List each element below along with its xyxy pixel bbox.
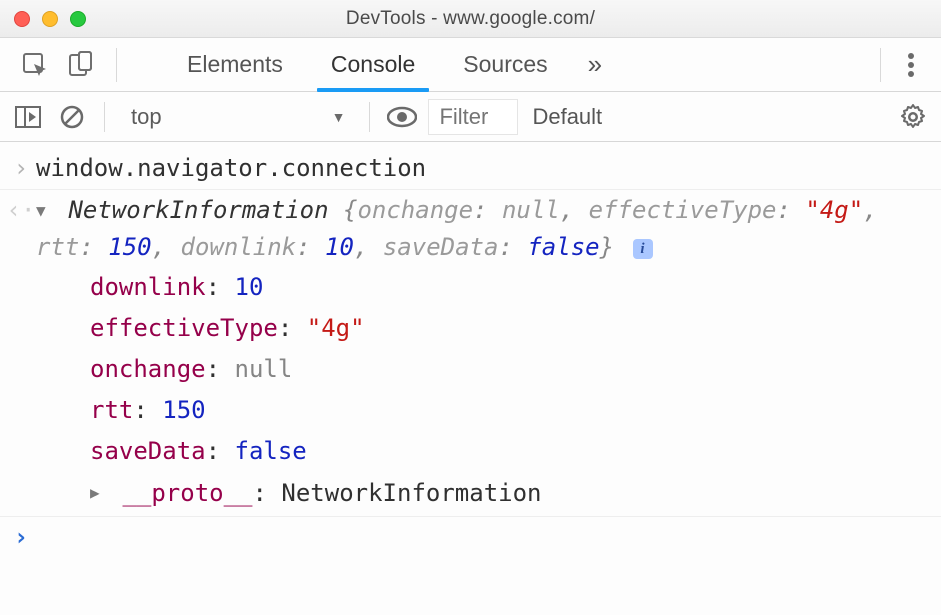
live-expression-icon[interactable] bbox=[384, 99, 420, 135]
filter-input[interactable] bbox=[428, 99, 518, 135]
log-level-select[interactable]: Default bbox=[526, 104, 608, 130]
object-property[interactable]: onchange: null bbox=[90, 349, 931, 390]
clear-console-icon[interactable] bbox=[54, 99, 90, 135]
console-toolbar: top ▼ Default bbox=[0, 92, 941, 142]
object-proto[interactable]: __proto__: NetworkInformation bbox=[90, 473, 931, 514]
info-badge-icon[interactable]: i bbox=[633, 239, 653, 259]
tab-elements[interactable]: Elements bbox=[165, 38, 305, 91]
object-class-name: NetworkInformation bbox=[68, 196, 328, 224]
proto-disclosure-icon[interactable] bbox=[90, 481, 108, 506]
object-property[interactable]: rtt: 150 bbox=[90, 390, 931, 431]
prompt-chevron-icon: › bbox=[6, 519, 36, 556]
titlebar: DevTools - www.google.com/ bbox=[0, 0, 941, 38]
console-input-row: › window.navigator.connection bbox=[0, 148, 941, 189]
separator bbox=[116, 48, 117, 82]
panel-tabstrip: Elements Console Sources » bbox=[0, 38, 941, 92]
device-toolbar-icon[interactable] bbox=[60, 44, 102, 86]
close-window-button[interactable] bbox=[14, 11, 30, 27]
more-options-icon[interactable] bbox=[891, 45, 931, 85]
traffic-lights bbox=[0, 11, 86, 27]
execution-context-label: top bbox=[131, 104, 162, 130]
console-result[interactable]: NetworkInformation {onchange: null, effe… bbox=[36, 192, 941, 514]
tabs-overflow-icon[interactable]: » bbox=[574, 49, 616, 80]
object-properties: downlink: 10 effectiveType: "4g" onchang… bbox=[36, 267, 931, 514]
console-prompt-input[interactable] bbox=[36, 519, 941, 556]
console-body: › window.navigator.connection ‹· Network… bbox=[0, 142, 941, 558]
zoom-window-button[interactable] bbox=[70, 11, 86, 27]
log-level-label: Default bbox=[532, 104, 602, 129]
inspect-element-icon[interactable] bbox=[14, 44, 56, 86]
tab-console[interactable]: Console bbox=[309, 38, 437, 91]
object-property[interactable]: saveData: false bbox=[90, 431, 931, 472]
window-title: DevTools - www.google.com/ bbox=[0, 8, 941, 30]
separator bbox=[104, 102, 105, 132]
separator bbox=[880, 48, 881, 82]
console-settings-icon[interactable] bbox=[895, 99, 931, 135]
console-input-text[interactable]: window.navigator.connection bbox=[36, 150, 941, 187]
object-preview: NetworkInformation {onchange: null, effe… bbox=[36, 196, 878, 261]
toggle-sidebar-icon[interactable] bbox=[10, 99, 46, 135]
tab-sources[interactable]: Sources bbox=[441, 38, 569, 91]
dropdown-triangle-icon: ▼ bbox=[332, 109, 346, 125]
object-property[interactable]: effectiveType: "4g" bbox=[90, 308, 931, 349]
input-chevron-icon: › bbox=[6, 150, 36, 187]
object-disclosure-icon[interactable] bbox=[36, 199, 54, 224]
execution-context-select[interactable]: top ▼ bbox=[119, 104, 355, 130]
separator bbox=[369, 102, 370, 132]
console-result-row: ‹· NetworkInformation {onchange: null, e… bbox=[0, 189, 941, 516]
minimize-window-button[interactable] bbox=[42, 11, 58, 27]
console-prompt-row[interactable]: › bbox=[0, 516, 941, 558]
object-property[interactable]: downlink: 10 bbox=[90, 267, 931, 308]
return-arrow-icon: ‹· bbox=[6, 192, 36, 514]
